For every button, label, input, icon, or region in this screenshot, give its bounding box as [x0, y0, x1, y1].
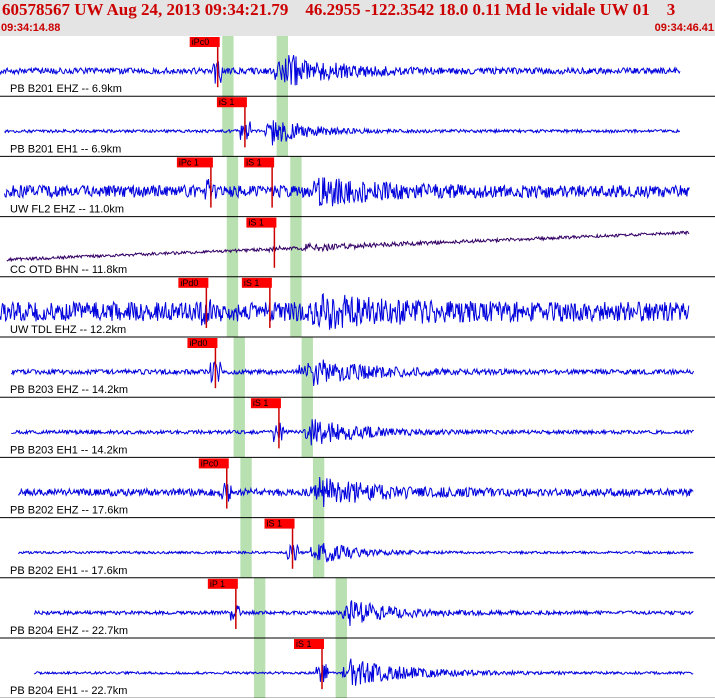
analysis-window-band	[335, 638, 347, 698]
waveform-trace	[11, 419, 694, 446]
analysis-window-band	[290, 156, 302, 217]
analysis-window-band	[222, 36, 234, 97]
analysis-window-band	[290, 216, 302, 277]
channel-label: UW FL2 EHZ -- 11.0km	[10, 204, 124, 216]
channel-label: PB B201 EHZ -- 6.9km	[10, 83, 122, 95]
channel-label: PB B203 EHZ -- 14.2km	[10, 384, 128, 396]
channel-label: PB B203 EH1 -- 14.2km	[10, 444, 127, 456]
analysis-window-band	[253, 638, 266, 698]
phase-pick-label: iS 1	[244, 278, 260, 288]
analysis-window-band	[233, 397, 245, 458]
phase-pick-label: iPc0	[192, 37, 210, 47]
channel-label: CC OTD BHN -- 11.8km	[10, 264, 127, 276]
channel-label: UW TDL EHZ -- 12.2km	[10, 324, 126, 336]
phase-pick-label: iP 1	[210, 579, 225, 589]
waveform-trace	[17, 476, 694, 508]
analysis-window-band	[253, 577, 266, 638]
phase-pick-label: iS 1	[219, 97, 235, 107]
phase-pick-label: iPd0	[180, 278, 198, 288]
analysis-window-band	[240, 457, 252, 518]
channel-label: PB B202 EH1 -- 17.6km	[10, 565, 127, 577]
channel-label-layer: PB B201 EHZ -- 6.9km PB B201 EH1 -- 6.9km…	[10, 83, 128, 697]
phase-pick-label: iS 1	[296, 639, 312, 649]
analysis-window-band	[226, 276, 239, 337]
waveform-trace	[0, 55, 681, 86]
analysis-window-band	[335, 577, 347, 638]
phase-pick-label: iPd0	[189, 338, 207, 348]
analysis-window-band	[240, 517, 252, 578]
channel-label: PB B204 EH1 -- 22.7km	[10, 685, 127, 697]
phase-pick-label: iPc 1	[179, 157, 199, 167]
waveform-trace	[4, 177, 690, 207]
waveform-trace	[33, 658, 694, 686]
analysis-window-band	[233, 337, 245, 398]
waveform-trace	[6, 230, 690, 263]
waveform-trace	[18, 543, 694, 563]
channel-label: PB B204 EHZ -- 22.7km	[10, 625, 128, 637]
channel-label: PB B201 EH1 -- 6.9km	[10, 143, 121, 155]
phase-pick-label: iS 1	[253, 398, 269, 408]
start-time-label: 09:34:14.88	[1, 22, 61, 34]
phase-pick-label: iS 1	[246, 157, 262, 167]
waveform-trace	[10, 359, 695, 387]
analysis-window-band	[226, 216, 239, 277]
phase-pick-label: iPc0	[201, 458, 219, 468]
channel-label: PB B202 EHZ -- 17.6km	[10, 505, 128, 517]
analysis-window-band	[301, 337, 313, 398]
phase-pick-label: iS 1	[267, 519, 283, 529]
event-title: 60578567 UW Aug 24, 2013 09:34:21.79 46.…	[2, 0, 676, 19]
seismogram-plot: iPc0 iS 1 iPc 1 iS 1 iS 1 iPd0 iS 1 iPd0 iS 1 iPc…	[0, 36, 715, 698]
analysis-window-band	[301, 397, 313, 458]
waveform-trace	[4, 120, 681, 146]
phase-pick-label: iS 1	[248, 218, 264, 228]
waveform-trace	[33, 600, 694, 627]
event-header: 60578567 UW Aug 24, 2013 09:34:21.79 46.…	[0, 0, 715, 36]
analysis-window-band	[226, 156, 239, 217]
end-time-label: 09:34:46.41	[654, 22, 714, 34]
